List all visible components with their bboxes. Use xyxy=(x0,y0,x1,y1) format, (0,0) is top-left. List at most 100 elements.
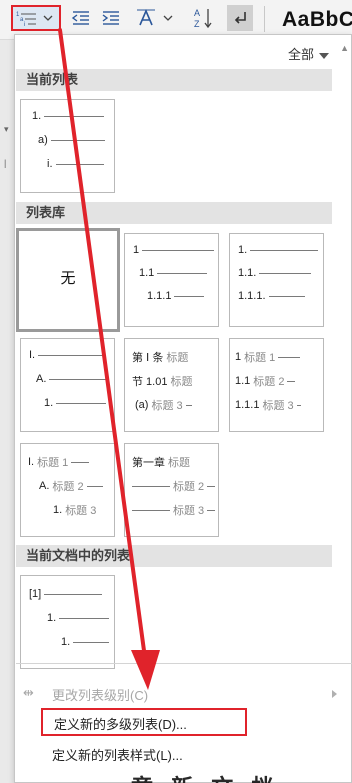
increase-indent-button[interactable] xyxy=(98,5,124,31)
tile-row: 1.1 xyxy=(139,267,208,279)
tile-row-label: 标题 xyxy=(170,376,193,388)
tile-row: 1.1. xyxy=(238,267,312,279)
tile-row-number: 1.1.1. xyxy=(238,290,266,302)
tile-row: 1. xyxy=(61,636,110,648)
tile-row: 1.1.1. xyxy=(238,290,305,302)
list-tile[interactable]: 第 Ⅰ 条标题 节 1.01 标题 (a) 标题 3 xyxy=(124,338,219,432)
tile-row-number: 1. xyxy=(47,612,57,624)
tile-row-number: 1 xyxy=(235,351,242,363)
tile-row-number: 第 Ⅰ 条 xyxy=(132,352,164,364)
tile-row-number: I. xyxy=(28,456,35,468)
tile-row-number: 1.1.1 xyxy=(235,399,260,411)
tile-row: I. 标题 1 xyxy=(28,454,90,470)
scroll-up-icon[interactable]: ▲ xyxy=(340,43,349,53)
list-tile[interactable]: 1 1.1 1.1.1 xyxy=(124,233,219,327)
increase-indent-icon xyxy=(102,11,119,25)
tile-row-number: 节 1.01 xyxy=(132,376,168,388)
tile-row-line xyxy=(73,641,110,643)
tile-row-number: A. xyxy=(36,373,47,385)
tile-row: 1. xyxy=(32,110,105,122)
menu-separator xyxy=(16,663,352,664)
character-spacing-button[interactable] xyxy=(134,5,176,31)
tile-row: 1. 标题 3 xyxy=(53,502,96,518)
list-tile[interactable]: I. 标题 1 A. 标题 2 1. 标题 3 xyxy=(20,443,115,537)
ruler-marker-icon: | xyxy=(4,158,7,168)
tile-row-line xyxy=(185,404,192,406)
tile-row-line xyxy=(296,404,301,406)
tile-row-number: 1. xyxy=(32,110,42,122)
tile-row-line xyxy=(207,485,216,487)
tile-row-line xyxy=(132,509,170,511)
list-tile[interactable]: 1. 1.1. 1.1.1. xyxy=(229,233,324,327)
sort-az-icon: A Z xyxy=(194,8,212,29)
tile-row: a) xyxy=(38,134,105,146)
section-current-list: 当前列表 xyxy=(16,69,332,91)
word-window: 1 a i A Z AaBbC ▾ | 全部 ▲ 当前列表 1. a) i. 列… xyxy=(0,0,352,783)
list-tile-none[interactable]: 无 xyxy=(16,228,120,332)
ruler-marker-icon: ▾ xyxy=(4,124,9,134)
tile-row: 1.1.1 xyxy=(147,290,205,302)
multilevel-list-dropdown: 全部 ▲ 当前列表 1. a) i. 列表库 无 1 1.1 1.1.1 1. … xyxy=(14,34,352,783)
ribbon-separator xyxy=(264,6,265,32)
tile-row-line xyxy=(49,378,108,380)
font-a-spacing-icon xyxy=(137,9,173,26)
define-new-list-style-item[interactable]: 定义新的列表样式(L)... xyxy=(52,745,183,764)
tile-row-line xyxy=(132,485,170,487)
document-list-tile[interactable]: [1] 1. 1. xyxy=(20,575,115,669)
tile-row-number: 1.1.1 xyxy=(147,290,172,302)
tile-row-number: 1. xyxy=(44,397,54,409)
style-preview[interactable]: AaBbC xyxy=(282,8,352,32)
sort-button[interactable]: A Z xyxy=(190,5,216,31)
tile-row-line xyxy=(38,354,107,356)
chevron-down-icon xyxy=(319,52,329,59)
tile-row-label: 标题 1 xyxy=(37,457,69,469)
tile-row-label: 标题 xyxy=(166,352,189,364)
svg-text:Z: Z xyxy=(194,19,200,29)
tile-row-line xyxy=(44,115,105,117)
tile-row-line xyxy=(250,249,319,251)
tile-row-line xyxy=(278,356,301,358)
tile-row: 标题 2 xyxy=(132,478,216,494)
tile-row: 第 Ⅰ 条标题 xyxy=(132,349,188,365)
tile-row: 第一章 标题 xyxy=(132,454,190,470)
list-tile[interactable]: I. A. 1. xyxy=(20,338,115,432)
tile-row-label: 标题 3 xyxy=(173,505,205,517)
tile-row-number: 1. xyxy=(53,504,63,516)
tile-row-line xyxy=(50,139,105,141)
define-new-multilevel-list-item[interactable]: 定义新的多级列表(D)... xyxy=(41,708,247,736)
tile-row: [1] xyxy=(29,588,103,600)
list-tile[interactable]: 1 标题 1 1.1 标题 2 1.1.1 标题 3 xyxy=(229,338,324,432)
tile-row-number: 1 xyxy=(133,244,140,256)
svg-text:i: i xyxy=(24,22,25,28)
tile-row: A. xyxy=(36,373,108,385)
tile-row-line xyxy=(268,295,305,297)
current-list-tile[interactable]: 1. a) i. xyxy=(20,99,115,193)
tile-row-line xyxy=(174,295,205,297)
tile-row: 1. xyxy=(47,612,110,624)
change-level-icon: ⇹ xyxy=(23,685,34,700)
tile-row: A. 标题 2 xyxy=(39,478,103,494)
tile-row-label: 标题 3 xyxy=(65,505,97,517)
multilevel-list-button[interactable]: 1 a i xyxy=(11,5,61,31)
tile-row-number: i. xyxy=(47,158,53,170)
tile-row-label: 标题 2 xyxy=(52,481,84,493)
list-filter-select[interactable]: 全部 xyxy=(288,44,329,63)
decrease-indent-button[interactable] xyxy=(68,5,94,31)
filter-label: 全部 xyxy=(287,47,314,62)
tile-row-number: 1.1 xyxy=(235,375,251,387)
tile-row-line xyxy=(287,380,296,382)
none-label: 无 xyxy=(60,270,76,287)
tile-row-number: 1. xyxy=(61,636,71,648)
tile-row-line xyxy=(44,593,103,595)
define-multilevel-label: 定义新的多级列表(D)... xyxy=(54,717,187,732)
show-marks-button[interactable] xyxy=(227,5,253,31)
tile-row-line xyxy=(86,485,103,487)
list-tile[interactable]: 第一章 标题 标题 2 标题 3 xyxy=(124,443,219,537)
tile-row: 1.1.1 标题 3 xyxy=(235,397,301,413)
tile-row-line xyxy=(157,272,208,274)
change-list-level-item[interactable]: 更改列表级别(C) xyxy=(52,685,148,704)
tile-row-label: 标题 xyxy=(168,457,190,469)
multilevel-list-icon: 1 a i xyxy=(16,12,53,28)
chevron-right-icon xyxy=(332,690,337,698)
tile-row-line xyxy=(59,617,110,619)
